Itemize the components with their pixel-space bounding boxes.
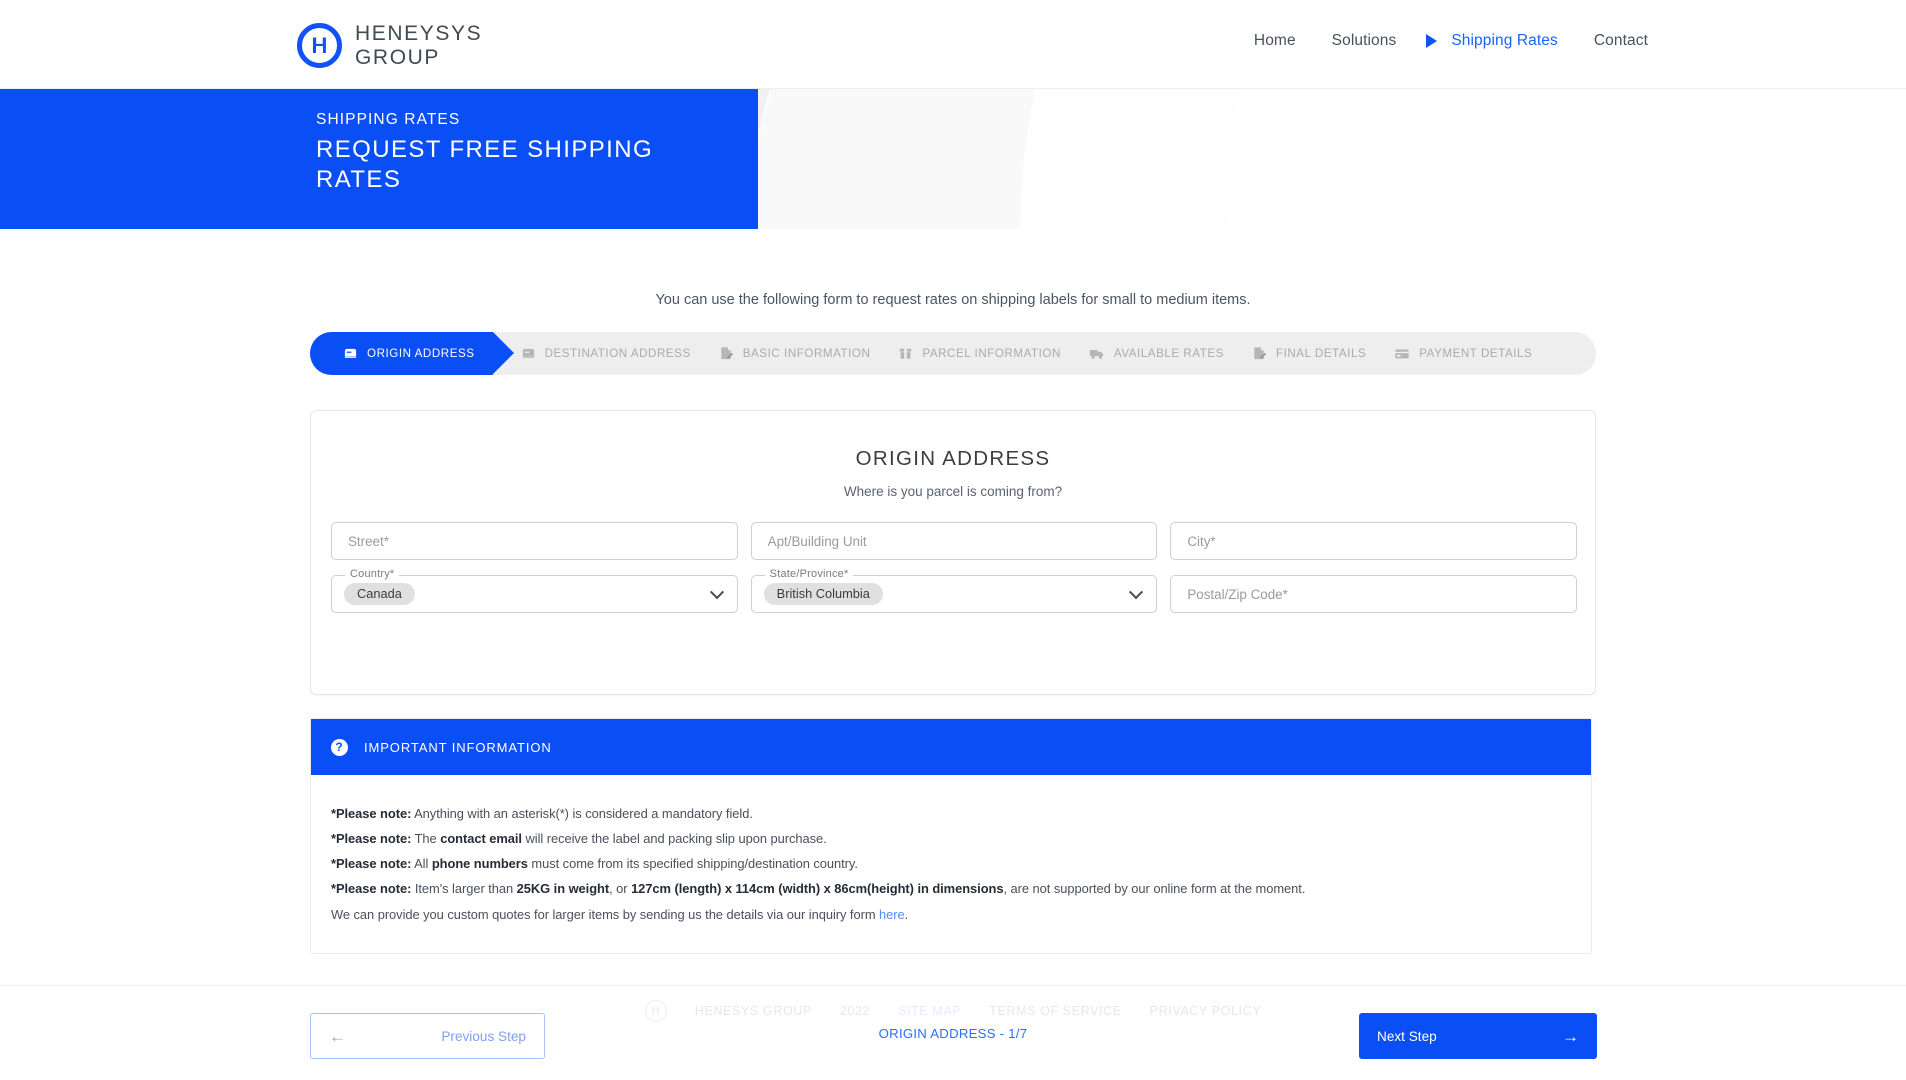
brand-wordmark: HENEYSYS GROUP <box>355 22 482 69</box>
apt-building-unit-input[interactable]: Apt/Building Unit <box>750 522 1158 560</box>
country-selected-value: Canada <box>344 582 415 606</box>
note-text-cont: will receive the label and packing slip … <box>521 831 827 847</box>
note-prefix: *Please note: <box>331 831 412 847</box>
important-information-panel: ? IMPORTANT INFORMATION *Please note: An… <box>310 718 1592 954</box>
site-header: H HENEYSYS GROUP Home Solutions Shipping… <box>0 0 1906 89</box>
note-emphasis: contact email <box>440 831 522 847</box>
wizard-step-status: ORIGIN ADDRESS - 1/7 <box>878 1026 1028 1041</box>
brand-line-1: HENEYSYS <box>355 22 483 45</box>
note-text-end: , are not supported by our online form a… <box>1003 881 1306 897</box>
truck-icon <box>1089 346 1105 361</box>
footer-brand: HENESYS GROUP <box>694 1004 812 1018</box>
footer-divider <box>0 985 1906 986</box>
credit-card-icon <box>1394 346 1410 361</box>
brand-logo[interactable]: H HENEYSYS GROUP <box>297 22 482 69</box>
note-emphasis-2: 127cm (length) x 114cm (width) x 86cm(he… <box>631 881 1004 897</box>
note-text-cont: must come from its specified shipping/de… <box>527 856 858 872</box>
page-root: H HENEYSYS GROUP Home Solutions Shipping… <box>0 0 1906 1080</box>
state-province-selected-value: British Columbia <box>763 582 883 606</box>
wizard-stepper: ORIGIN ADDRESS DESTINATION ADDRESS BASIC… <box>310 332 1596 375</box>
note-text: All <box>411 856 432 872</box>
country-label: Country* <box>345 568 400 580</box>
hero-banner: SHIPPING RATES REQUEST FREE SHIPPING RAT… <box>0 89 1906 229</box>
note-closing-end: . <box>904 906 909 922</box>
country-select[interactable]: Country* Canada <box>331 568 738 613</box>
note-item: *Please note: Anything with an asterisk(… <box>331 801 1571 826</box>
form-subtitle: Where is you parcel is coming from? <box>843 484 1063 499</box>
intro-text: You can use the following form to reques… <box>655 292 1251 308</box>
main-navigation: Home Solutions Shipping Rates Contact <box>1236 32 1666 50</box>
hero-eyebrow: SHIPPING RATES <box>316 111 461 128</box>
chevron-down-icon <box>1129 585 1144 600</box>
inquiry-form-link[interactable]: here <box>879 907 905 922</box>
note-prefix: *Please note: <box>331 856 412 872</box>
important-information-heading: IMPORTANT INFORMATION <box>364 739 552 755</box>
signature-icon <box>719 346 734 361</box>
note-prefix: *Please note: <box>331 881 412 897</box>
nav-item-contact[interactable]: Contact <box>1576 32 1666 50</box>
site-footer: H HENESYS GROUP 2022 SITE MAP TERMS OF S… <box>0 1000 1906 1022</box>
important-information-body: *Please note: Anything with an asterisk(… <box>311 775 1591 953</box>
step-payment-details[interactable]: PAYMENT DETAILS <box>1366 332 1532 375</box>
page-title: REQUEST FREE SHIPPING RATES <box>316 136 654 194</box>
step-basic-information[interactable]: BASIC INFORMATION <box>691 332 871 375</box>
state-province-label: State/Province* <box>764 568 854 580</box>
footer-year: 2022 <box>839 1004 871 1018</box>
step-label: PARCEL INFORMATION <box>922 347 1061 360</box>
previous-step-button[interactable]: ← Previous Step <box>310 1013 545 1059</box>
footer-link-site-map[interactable]: SITE MAP <box>898 1004 961 1018</box>
step-label: DESTINATION ADDRESS <box>544 347 691 360</box>
step-label: BASIC INFORMATION <box>742 347 871 360</box>
next-step-button[interactable]: Next Step → <box>1359 1013 1597 1059</box>
postal-zip-input[interactable]: Postal/Zip Code* <box>1170 575 1577 613</box>
step-origin-address[interactable]: ORIGIN ADDRESS <box>310 332 514 375</box>
chevron-down-icon <box>709 585 724 600</box>
note-emphasis: phone numbers <box>431 856 528 872</box>
note-text-cont: , or <box>609 881 632 897</box>
city-input[interactable]: City* <box>1170 522 1577 560</box>
question-circle-icon: ? <box>331 738 348 756</box>
nav-item-home[interactable]: Home <box>1236 32 1314 50</box>
step-parcel-information[interactable]: PARCEL INFORMATION <box>870 332 1061 375</box>
note-closing-text: We can provide you custom quotes for lar… <box>331 906 880 922</box>
form-title: ORIGIN ADDRESS <box>855 447 1051 470</box>
footer-link-privacy[interactable]: PRIVACY POLICY <box>1150 1004 1262 1018</box>
previous-step-label: Previous Step <box>441 1028 526 1044</box>
step-label: AVAILABLE RATES <box>1113 347 1224 360</box>
mailbox-icon <box>343 346 358 361</box>
arrow-right-icon: → <box>1562 1026 1579 1046</box>
note-text: Anything with an asterisk(*) is consider… <box>411 806 753 821</box>
note-item: *Please note: Item's larger than 25KG in… <box>331 876 1571 901</box>
brand-line-2: GROUP <box>355 45 441 69</box>
street-input[interactable]: Street* <box>331 522 738 560</box>
step-final-details[interactable]: FINAL DETAILS <box>1224 332 1366 375</box>
signature-icon <box>1252 346 1267 361</box>
origin-address-form: Street* Apt/Building Unit City* Country*… <box>331 522 1577 613</box>
mailbox-icon <box>521 346 536 361</box>
origin-address-card: ORIGIN ADDRESS Where is you parcel is co… <box>310 410 1596 695</box>
step-label: FINAL DETAILS <box>1275 347 1367 360</box>
note-item: *Please note: All phone numbers must com… <box>331 851 1571 876</box>
nav-item-solutions[interactable]: Solutions <box>1314 32 1415 50</box>
step-destination-address[interactable]: DESTINATION ADDRESS <box>493 332 691 375</box>
step-available-rates[interactable]: AVAILABLE RATES <box>1061 332 1224 375</box>
note-text: Item's larger than <box>411 881 517 897</box>
important-information-header: ? IMPORTANT INFORMATION <box>311 719 1591 775</box>
state-province-select[interactable]: State/Province* British Columbia <box>750 568 1158 613</box>
step-label: ORIGIN ADDRESS <box>367 347 475 360</box>
note-closing: We can provide you custom quotes for lar… <box>331 902 1571 927</box>
note-prefix: *Please note: <box>331 806 412 821</box>
note-text: The <box>411 831 441 847</box>
nav-item-shipping-rates[interactable]: Shipping Rates <box>1433 32 1576 50</box>
note-item: *Please note: The contact email will rec… <box>331 826 1571 851</box>
footer-link-terms[interactable]: TERMS OF SERVICE <box>989 1004 1121 1018</box>
box-icon <box>898 346 913 361</box>
step-label: PAYMENT DETAILS <box>1419 347 1533 360</box>
arrow-left-icon: ← <box>329 1026 346 1046</box>
logo-h-circle-icon: H <box>297 23 342 69</box>
footer-logo-icon: H <box>644 1000 667 1022</box>
note-emphasis: 25KG in weight <box>516 881 610 897</box>
next-step-label: Next Step <box>1377 1028 1437 1044</box>
